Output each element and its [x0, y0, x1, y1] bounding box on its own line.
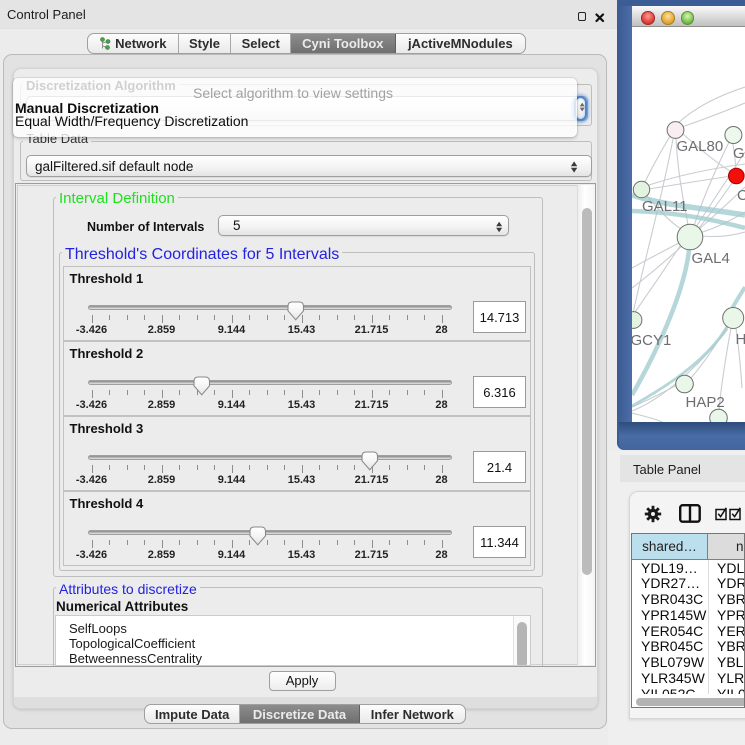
svg-text:GAL80: GAL80: [677, 138, 724, 155]
svg-text:GAL11: GAL11: [642, 198, 688, 215]
svg-text:GAL4: GAL4: [692, 250, 730, 267]
svg-text:H: H: [736, 331, 745, 348]
svg-text:C: C: [737, 187, 745, 204]
svg-text:HAP2: HAP2: [686, 394, 725, 411]
svg-text:GA: GA: [733, 145, 745, 162]
svg-text:GCY1: GCY1: [632, 332, 671, 349]
